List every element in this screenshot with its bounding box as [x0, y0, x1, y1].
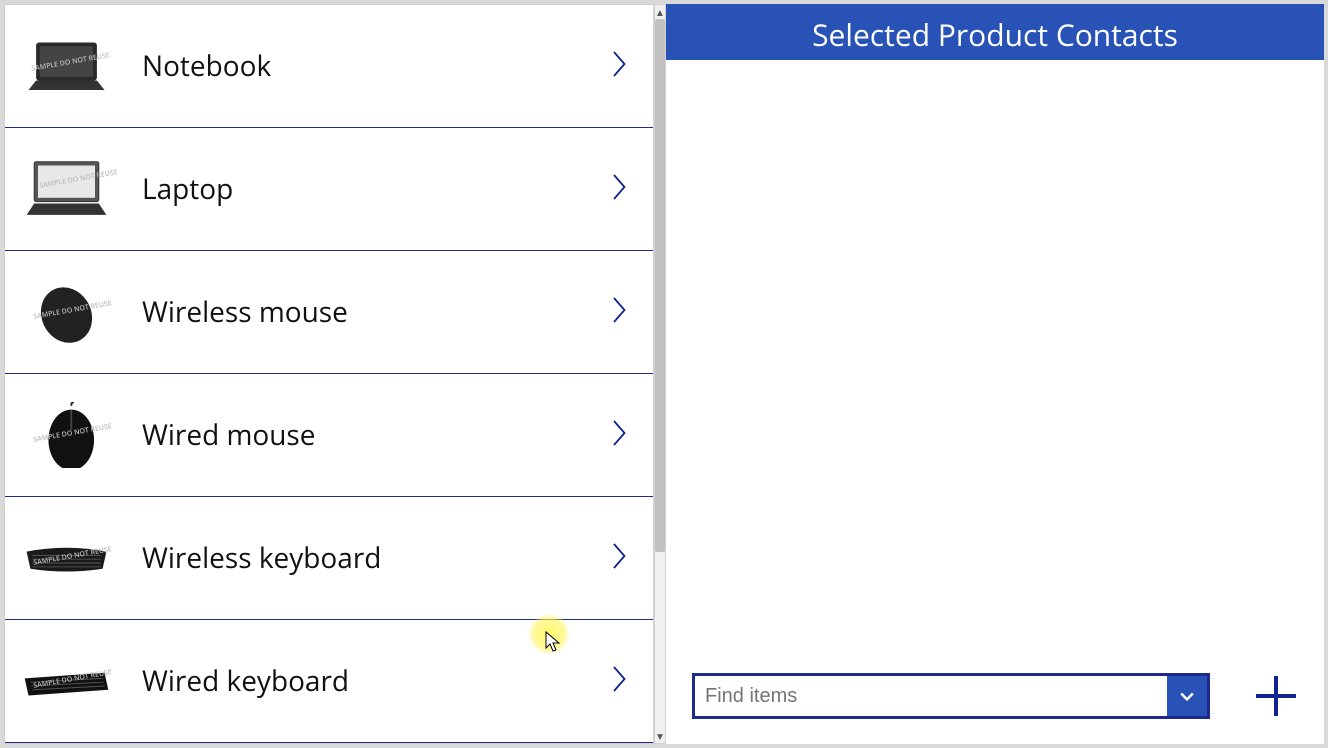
product-row-wireless-keyboard[interactable]: SAMPLE DO NOT REUSE Wireless keyboard: [5, 497, 653, 620]
chevron-right-icon: [611, 170, 635, 209]
product-label: Wireless keyboard: [142, 539, 611, 577]
product-list: SAMPLE DO NOT REUSE Notebook SAMPLE DO N…: [5, 5, 653, 743]
mouse-wired-icon: SAMPLE DO NOT REUSE: [19, 400, 114, 470]
app-root: SAMPLE DO NOT REUSE Notebook SAMPLE DO N…: [0, 0, 1328, 748]
product-label: Wireless mouse: [142, 293, 611, 331]
contacts-footer: [692, 668, 1304, 724]
chevron-right-icon: [611, 416, 635, 455]
contacts-body: [666, 60, 1324, 744]
scroll-down-icon[interactable]: ▼: [655, 729, 665, 743]
plus-icon: [1252, 672, 1300, 720]
chevron-right-icon: [611, 662, 635, 701]
product-row-wireless-mouse[interactable]: SAMPLE DO NOT REUSE Wireless mouse: [5, 251, 653, 374]
keyboard-wired-icon: SAMPLE DO NOT REUSE: [19, 646, 114, 716]
product-row-wired-mouse[interactable]: SAMPLE DO NOT REUSE Wired mouse: [5, 374, 653, 497]
left-scrollbar[interactable]: ▲ ▼: [654, 4, 666, 744]
add-button[interactable]: [1248, 668, 1304, 724]
product-list-pane: SAMPLE DO NOT REUSE Notebook SAMPLE DO N…: [4, 4, 654, 744]
laptop-icon: SAMPLE DO NOT REUSE: [19, 154, 114, 224]
mouse-wireless-icon: SAMPLE DO NOT REUSE: [19, 277, 114, 347]
scroll-track[interactable]: [655, 19, 665, 729]
contacts-header: Selected Product Contacts: [666, 4, 1324, 65]
keyboard-wireless-icon: SAMPLE DO NOT REUSE: [19, 523, 114, 593]
product-row-notebook[interactable]: SAMPLE DO NOT REUSE Notebook: [5, 5, 653, 128]
dropdown-button[interactable]: [1167, 676, 1207, 716]
scroll-up-icon[interactable]: ▲: [655, 5, 665, 19]
chevron-right-icon: [611, 539, 635, 578]
chevron-down-icon: [1177, 686, 1197, 706]
chevron-right-icon: [611, 293, 635, 332]
product-label: Wired keyboard: [142, 662, 611, 700]
product-label: Laptop: [142, 170, 611, 208]
product-label: Notebook: [142, 47, 611, 85]
contacts-pane: Selected Product Contacts: [666, 4, 1324, 744]
find-items-input[interactable]: [695, 676, 1167, 716]
product-label: Wired mouse: [142, 416, 611, 454]
chevron-right-icon: [611, 47, 635, 86]
scroll-thumb[interactable]: [655, 19, 665, 552]
product-row-laptop[interactable]: SAMPLE DO NOT REUSE Laptop: [5, 128, 653, 251]
find-items-combo[interactable]: [692, 673, 1210, 719]
product-row-wired-keyboard[interactable]: SAMPLE DO NOT REUSE Wired keyboard: [5, 620, 653, 743]
notebook-icon: SAMPLE DO NOT REUSE: [19, 31, 114, 101]
